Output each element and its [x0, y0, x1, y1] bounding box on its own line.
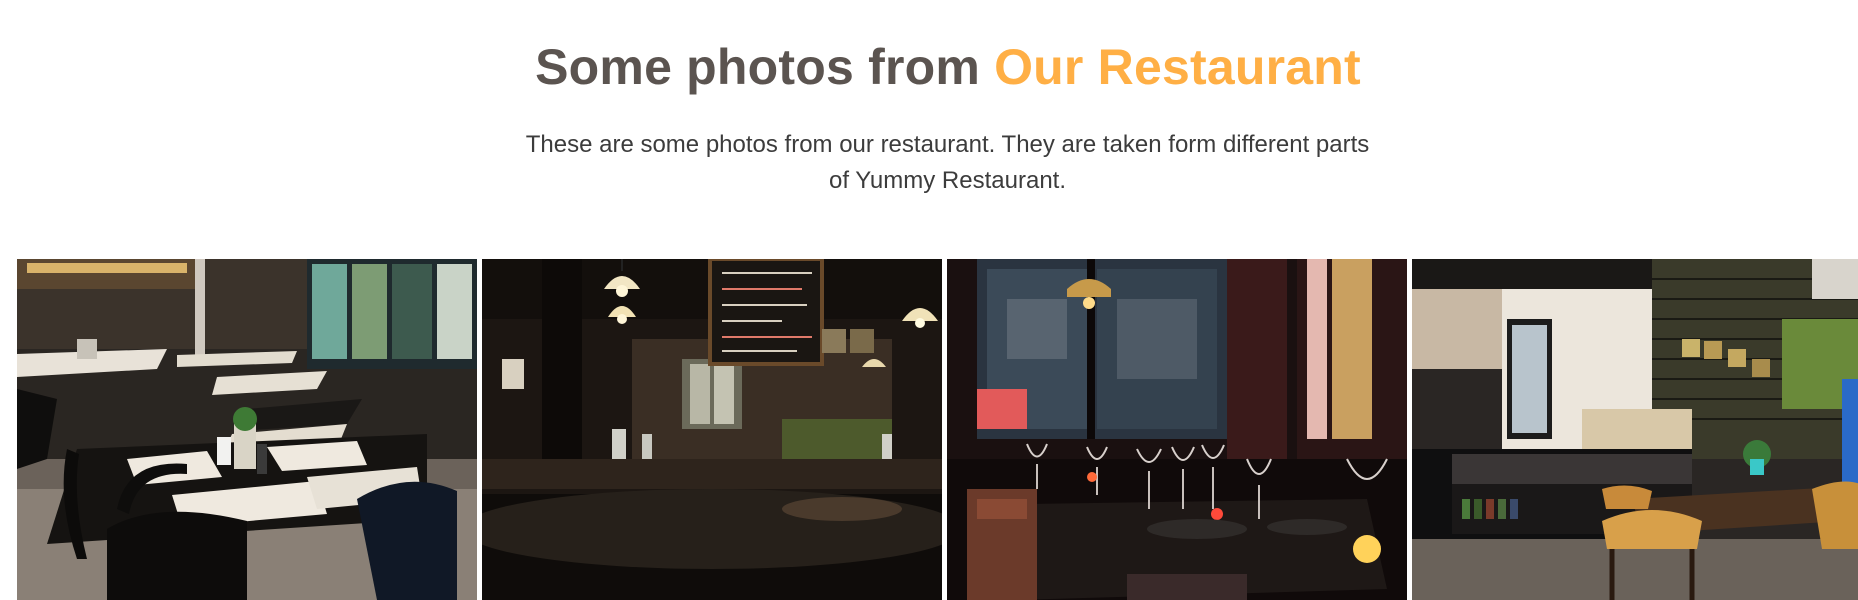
section-title-accent: Our Restaurant — [994, 39, 1361, 95]
gallery-photo-bistro-interior[interactable] — [482, 259, 942, 600]
photo-gallery — [17, 259, 1858, 600]
gallery-photo-wine-glasses[interactable] — [947, 259, 1407, 600]
section-title-main: Some photos from — [535, 39, 995, 95]
photo-cafe-counter-image — [1412, 259, 1858, 600]
photo-wine-glasses-image — [947, 259, 1407, 600]
gallery-photo-dining-tables[interactable] — [17, 259, 477, 600]
section-title: Some photos from Our Restaurant — [0, 38, 1858, 96]
photo-bistro-interior-image — [482, 259, 942, 600]
photo-dining-tables-image — [17, 259, 477, 600]
gallery-photo-cafe-counter[interactable] — [1412, 259, 1858, 600]
section-subtitle: These are some photos from our restauran… — [525, 131, 1370, 194]
